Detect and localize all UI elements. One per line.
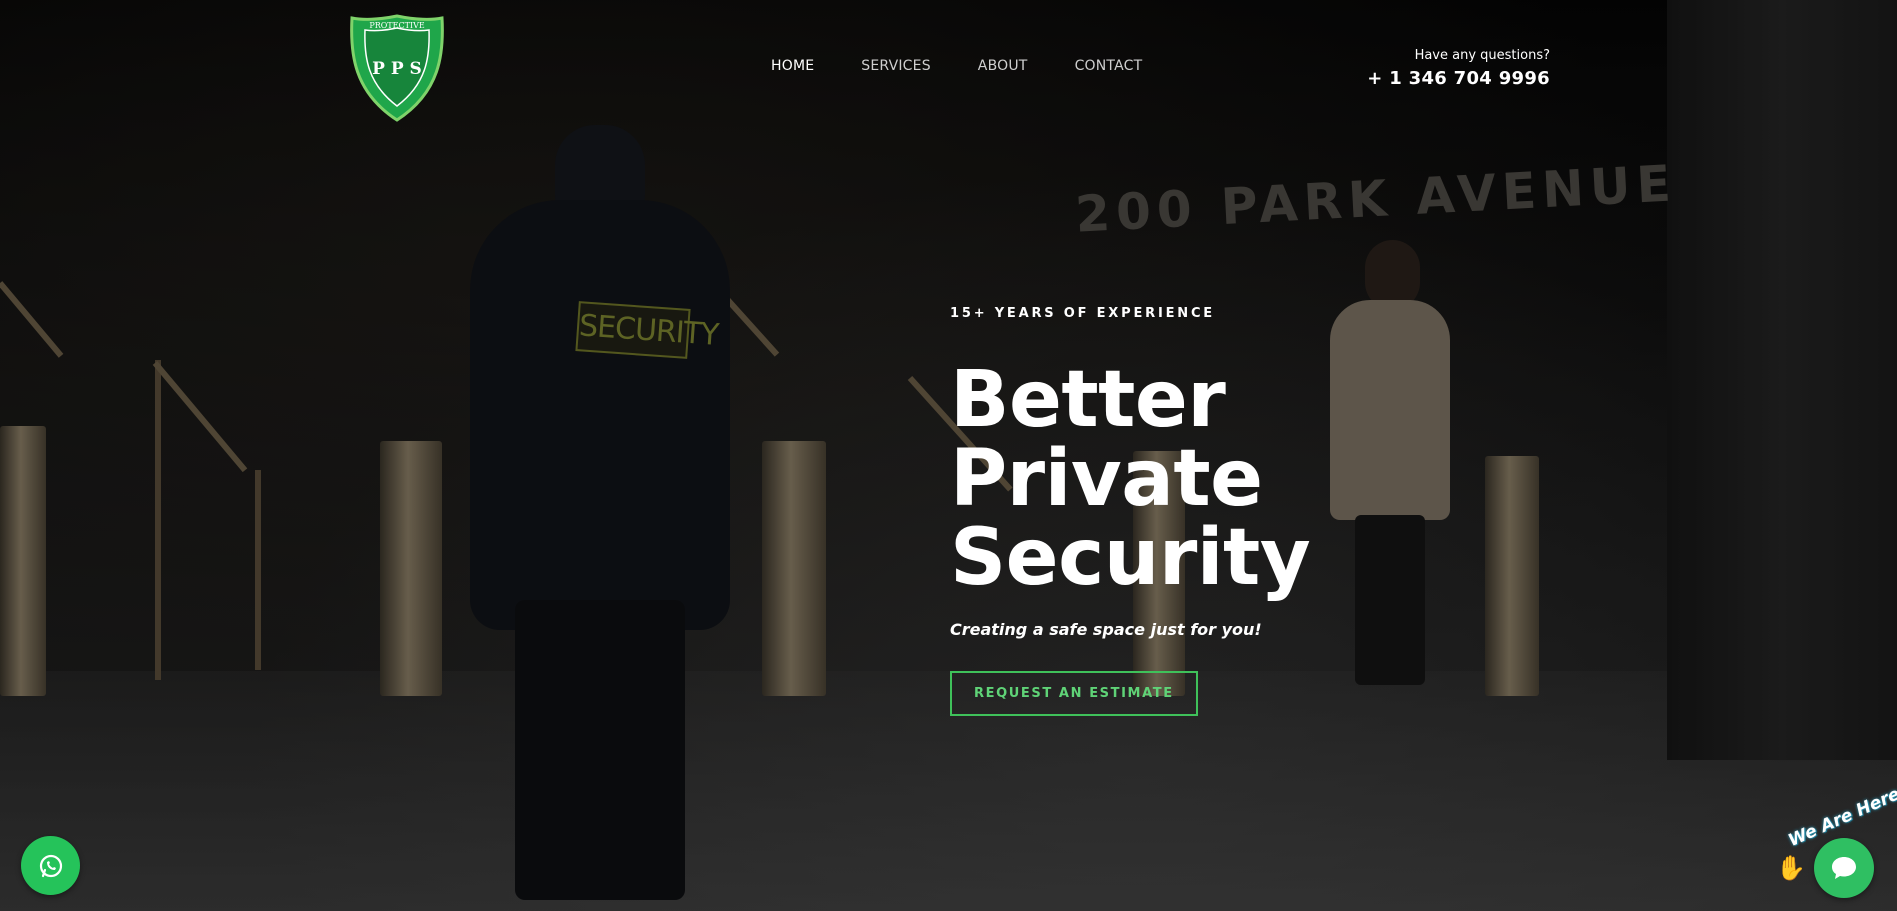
- header-contact: Have any questions? + 1 346 704 9996: [1367, 48, 1550, 89]
- nav-item-home[interactable]: HOME: [771, 58, 814, 74]
- hero-eyebrow: 15+ YEARS OF EXPERIENCE: [950, 306, 1215, 321]
- main-nav: HOME SERVICES ABOUT CONTACT: [771, 58, 1142, 74]
- whatsapp-icon: [39, 854, 62, 877]
- headline-line-2: Private: [950, 434, 1263, 524]
- logo-text-top: PROTECTIVE: [369, 21, 425, 30]
- waving-hand-icon: ✋: [1776, 855, 1806, 882]
- nav-item-services[interactable]: SERVICES: [861, 58, 931, 74]
- chat-bubble-icon: [1832, 857, 1856, 879]
- request-estimate-button[interactable]: REQUEST AN ESTIMATE: [950, 671, 1198, 716]
- hero-tagline: Creating a safe space just for you!: [950, 620, 1262, 639]
- headline-line-1: Better: [950, 355, 1226, 445]
- whatsapp-button[interactable]: [21, 836, 80, 895]
- chat-widget: We Are Here! ✋: [1770, 781, 1897, 911]
- dark-overlay: [0, 0, 1897, 911]
- site-logo[interactable]: PROTECTIVE P P S: [348, 14, 446, 122]
- headline-line-3: Security: [950, 513, 1311, 603]
- shield-logo-icon: PROTECTIVE P P S: [350, 14, 444, 122]
- nav-item-contact[interactable]: CONTACT: [1075, 58, 1143, 74]
- hero-headline: Better Private Security: [950, 361, 1550, 598]
- hero-section: 200 PARK AVENUE SECURITY PROTECTIVE P P …: [0, 0, 1897, 911]
- chat-open-button[interactable]: [1814, 838, 1874, 898]
- contact-question: Have any questions?: [1414, 48, 1550, 63]
- logo-monogram: P P S: [372, 59, 422, 79]
- hero-content: 15+ YEARS OF EXPERIENCE Better Private S…: [950, 306, 1550, 716]
- contact-phone-link[interactable]: + 1 346 704 9996: [1367, 68, 1550, 89]
- nav-item-about[interactable]: ABOUT: [978, 58, 1028, 74]
